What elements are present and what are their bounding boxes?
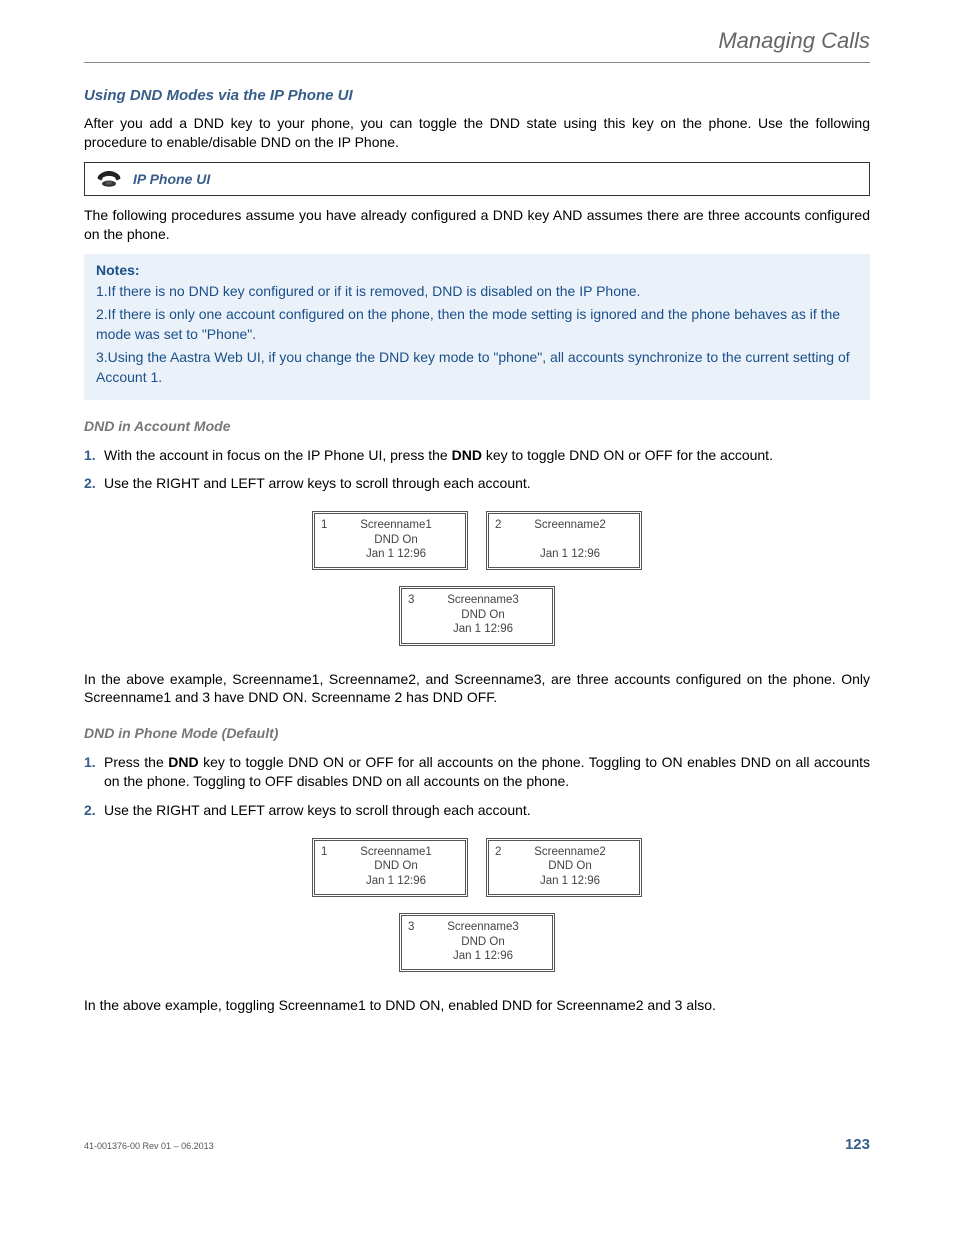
page-header-title: Managing Calls (84, 28, 870, 62)
screen-index: 1 (321, 518, 333, 561)
header-rule (84, 62, 870, 63)
step-text: Use the RIGHT and LEFT arrow keys to scr… (104, 474, 870, 493)
screen-name: Screenname1 (333, 845, 459, 859)
screen-time: Jan 1 12:96 (507, 547, 633, 561)
screen-index: 2 (495, 845, 507, 888)
step-number: 1. (84, 753, 104, 791)
step-number: 1. (84, 446, 104, 465)
screen-time: Jan 1 12:96 (420, 622, 546, 636)
step-text: Press the DND key to toggle DND ON or OF… (104, 753, 870, 791)
step-text: With the account in focus on the IP Phon… (104, 446, 870, 465)
ip-phone-ui-box: IP Phone UI (84, 162, 870, 196)
screen-name: Screenname3 (420, 920, 546, 934)
step-item: 1. Press the DND key to toggle DND ON or… (84, 753, 870, 791)
screen-box: 3 Screenname3 DND On Jan 1 12:96 (399, 913, 555, 972)
step-item: 1. With the account in focus on the IP P… (84, 446, 870, 465)
section-heading-dnd-modes: Using DND Modes via the IP Phone UI (84, 87, 870, 104)
notes-item: 2.If there is only one account configure… (96, 305, 858, 344)
assume-paragraph: The following procedures assume you have… (84, 206, 870, 244)
screen-dnd: DND On (420, 608, 546, 622)
phone-icon (95, 169, 123, 189)
screen-index: 3 (408, 920, 420, 963)
screen-dnd: DND On (507, 859, 633, 873)
page-footer: 41-001376-00 Rev 01 – 06.2013 123 (84, 1136, 870, 1153)
screen-time: Jan 1 12:96 (333, 547, 459, 561)
account-mode-screens: 1 Screenname1 DND On Jan 1 12:96 2 Scree… (84, 511, 870, 645)
screen-dnd (507, 533, 633, 547)
screen-dnd: DND On (333, 533, 459, 547)
screen-index: 2 (495, 518, 507, 561)
screen-dnd: DND On (420, 935, 546, 949)
screen-name: Screenname1 (333, 518, 459, 532)
phone-mode-heading: DND in Phone Mode (Default) (84, 725, 870, 741)
footer-doc-id: 41-001376-00 Rev 01 – 06.2013 (84, 1141, 214, 1151)
screen-name: Screenname2 (507, 518, 633, 532)
step-text: Use the RIGHT and LEFT arrow keys to scr… (104, 801, 870, 820)
screen-time: Jan 1 12:96 (420, 949, 546, 963)
screen-box: 2 Screenname2 DND On Jan 1 12:96 (486, 838, 642, 897)
notes-box: Notes: 1.If there is no DND key configur… (84, 254, 870, 400)
notes-item: 1.If there is no DND key configured or i… (96, 282, 858, 302)
screen-time: Jan 1 12:96 (333, 874, 459, 888)
screen-box: 2 Screenname2 Jan 1 12:96 (486, 511, 642, 570)
ip-phone-ui-label: IP Phone UI (133, 171, 210, 187)
phone-mode-caption: In the above example, toggling Screennam… (84, 996, 870, 1015)
screen-time: Jan 1 12:96 (507, 874, 633, 888)
step-number: 2. (84, 801, 104, 820)
screen-box: 3 Screenname3 DND On Jan 1 12:96 (399, 586, 555, 645)
screen-box: 1 Screenname1 DND On Jan 1 12:96 (312, 511, 468, 570)
screen-dnd: DND On (333, 859, 459, 873)
intro-paragraph: After you add a DND key to your phone, y… (84, 114, 870, 152)
screen-name: Screenname3 (420, 593, 546, 607)
notes-heading: Notes: (96, 262, 858, 278)
notes-item: 3.Using the Aastra Web UI, if you change… (96, 348, 858, 387)
step-number: 2. (84, 474, 104, 493)
footer-page-number: 123 (845, 1136, 870, 1153)
step-item: 2. Use the RIGHT and LEFT arrow keys to … (84, 474, 870, 493)
screen-name: Screenname2 (507, 845, 633, 859)
screen-index: 1 (321, 845, 333, 888)
account-mode-heading: DND in Account Mode (84, 418, 870, 434)
screen-index: 3 (408, 593, 420, 636)
account-mode-caption: In the above example, Screenname1, Scree… (84, 670, 870, 708)
phone-mode-screens: 1 Screenname1 DND On Jan 1 12:96 2 Scree… (84, 838, 870, 972)
step-item: 2. Use the RIGHT and LEFT arrow keys to … (84, 801, 870, 820)
screen-box: 1 Screenname1 DND On Jan 1 12:96 (312, 838, 468, 897)
